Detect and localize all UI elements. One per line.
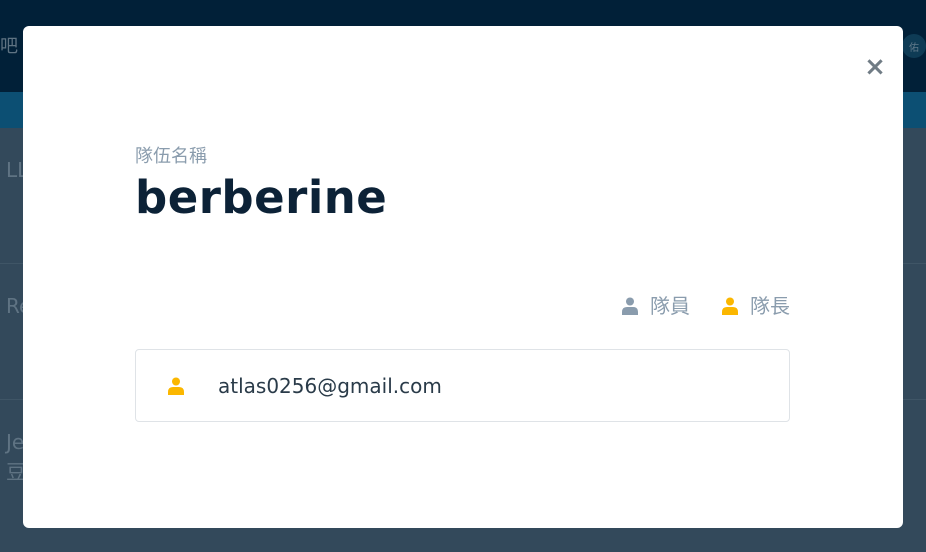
legend-member: 隊員	[622, 294, 690, 318]
team-name-label: 隊伍名稱	[135, 146, 207, 167]
team-modal: × 隊伍名稱 berberine 隊員 隊長 atlas0256@gmail.c…	[23, 26, 903, 528]
team-name: berberine	[135, 171, 388, 224]
legend-captain-label: 隊長	[750, 294, 790, 318]
member-card: atlas0256@gmail.com	[135, 349, 790, 422]
role-legend: 隊員 隊長	[622, 294, 790, 318]
close-icon[interactable]: ×	[864, 52, 886, 82]
background-header-text: 吧	[0, 36, 18, 57]
user-icon	[622, 297, 638, 315]
member-email: atlas0256@gmail.com	[218, 374, 442, 398]
background-row-text: Je	[6, 430, 25, 454]
legend-member-label: 隊員	[650, 294, 690, 318]
legend-captain: 隊長	[722, 294, 790, 318]
user-icon	[722, 297, 738, 315]
user-icon	[168, 377, 184, 395]
avatar: 佑	[902, 34, 926, 58]
close-button[interactable]: ×	[863, 52, 887, 82]
